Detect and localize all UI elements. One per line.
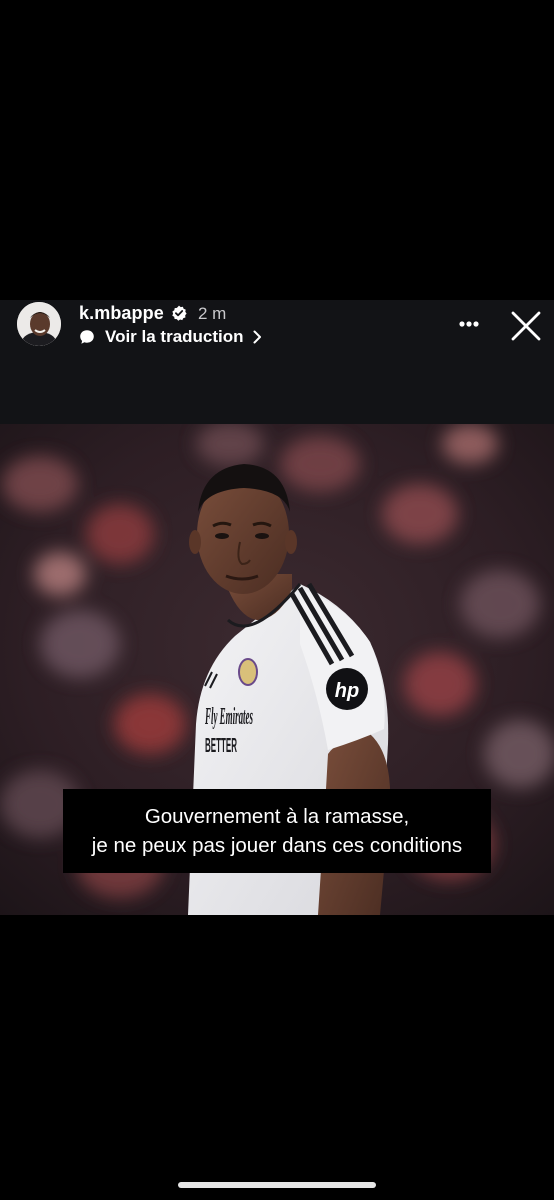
home-indicator[interactable] (178, 1182, 376, 1188)
verified-badge-icon (172, 305, 187, 321)
speech-bubble-icon (80, 330, 94, 344)
see-translation-link[interactable]: Voir la traduction (79, 326, 262, 348)
sleeve-logo: hp (335, 680, 359, 702)
close-icon[interactable] (508, 308, 544, 344)
jersey-sponsor-tagline: BETTER (205, 735, 237, 757)
see-translation-label: Voir la traduction (105, 327, 244, 346)
more-options-icon[interactable] (452, 312, 486, 336)
post-time: 2 m (198, 304, 227, 323)
avatar[interactable] (17, 302, 61, 346)
jersey-sponsor: Fly Emirates (205, 704, 253, 730)
caption-line-1: Gouvernement à la ramasse, (144, 805, 410, 828)
chevron-right-icon (253, 330, 261, 344)
username[interactable]: k.mbappe (79, 303, 164, 324)
caption-line-2: je ne peux pas jouer dans ces conditions (91, 834, 463, 857)
story-caption: Gouvernement à la ramasse, je ne peux pa… (63, 789, 491, 873)
